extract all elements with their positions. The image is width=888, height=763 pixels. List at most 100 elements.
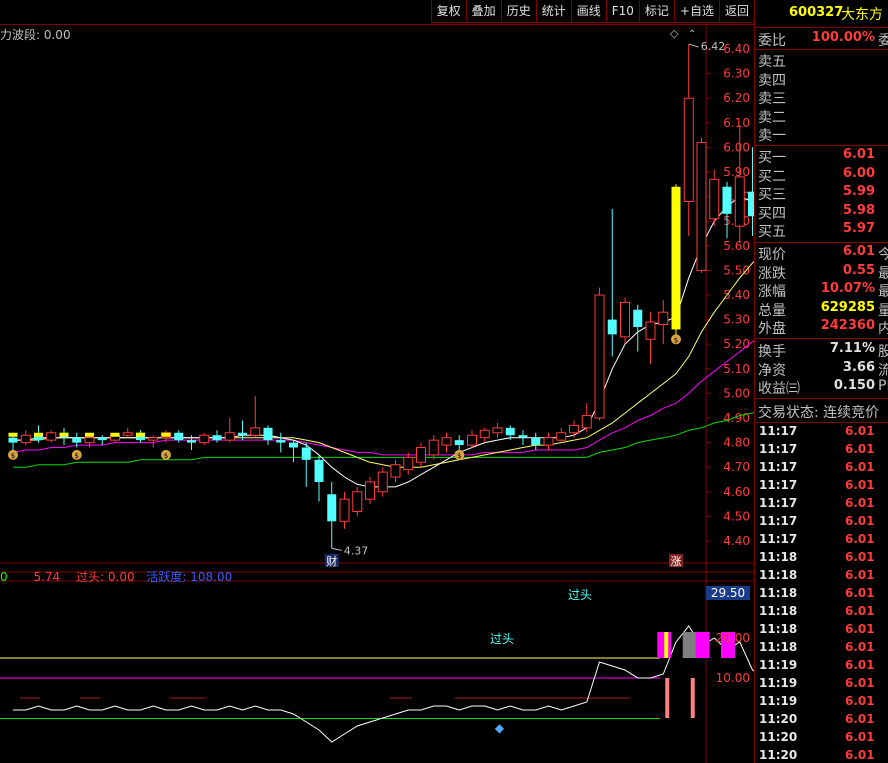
- candle-body: [416, 447, 426, 463]
- toolbar-button-0[interactable]: 复权: [430, 0, 466, 23]
- tick-time: 11:17: [759, 442, 798, 456]
- tick-price: 6.01: [845, 460, 875, 474]
- candle-body: [620, 301, 630, 338]
- tick-time: 11:19: [759, 658, 798, 672]
- stock-header[interactable]: 600327 大东方: [755, 0, 888, 27]
- tick-row: 11:17 6.01: [757, 496, 888, 514]
- bid-row: 买一 6.01: [757, 147, 888, 166]
- stat-row: 涨幅10.07%最: [757, 281, 888, 301]
- tick-row: 11:17 6.01: [757, 532, 888, 550]
- candle-body: [289, 442, 298, 448]
- candle-body: [314, 459, 324, 482]
- toolbar-button-5[interactable]: F10: [605, 0, 639, 23]
- collapse-icon: ⌃: [688, 29, 696, 40]
- tick-row: 11:18 6.01: [757, 568, 888, 586]
- candle-body: [84, 437, 95, 444]
- signal-bar: [110, 432, 120, 437]
- candle-body: [556, 432, 567, 441]
- toolbar-button-4[interactable]: 画线: [570, 0, 606, 23]
- y-tick-label: 4.70: [723, 460, 750, 474]
- stat2-row-extra: 流: [878, 360, 888, 380]
- tick-row: 11:18 6.01: [757, 604, 888, 622]
- weibi-row: 委比 100.00% 委: [757, 30, 888, 49]
- ask-row-label: 卖一: [758, 128, 786, 144]
- candle-body: [569, 424, 579, 434]
- candlestick-chart[interactable]: 6.406.306.206.106.005.905.805.705.605.50…: [0, 25, 754, 763]
- candle-body: [671, 186, 681, 330]
- stat-row: 涨跌0.55最: [757, 263, 888, 282]
- toolbar-buttons: 复权 叠加 历史 统计 画线 F10 标记 +自选 返回: [430, 0, 754, 24]
- ask-row: 卖五: [757, 51, 888, 70]
- annotation-guotou-2: 过头: [568, 588, 592, 602]
- candle-body: [696, 141, 707, 271]
- sub-block-yellow: [664, 632, 669, 658]
- candle-body: [441, 437, 452, 446]
- candle-body: [20, 434, 31, 444]
- tick-time: 11:17: [759, 478, 798, 492]
- candle-body: [148, 437, 159, 441]
- tick-time: 11:20: [759, 730, 798, 744]
- tick-time: 11:17: [759, 424, 798, 438]
- money-bag-glyph: $: [457, 452, 461, 460]
- candle-body: [709, 178, 720, 220]
- candle-body: [390, 464, 401, 478]
- candle-body: [633, 309, 643, 327]
- bid-row-value: 5.98: [842, 202, 875, 218]
- candle-body: [607, 319, 617, 335]
- stat-row-value: 10.07%: [820, 281, 875, 296]
- tick-row: 11:17 6.01: [757, 460, 888, 478]
- toolbar-button-7[interactable]: +自选: [673, 0, 719, 23]
- stat2-row-value: 0.150: [833, 378, 875, 393]
- candle-body: [187, 440, 196, 443]
- sub-y-tick-label: 20.00: [716, 631, 750, 645]
- ask-row: 卖三: [757, 88, 888, 107]
- tick-row: 11:18 6.01: [757, 586, 888, 604]
- y-tick-label: 4.80: [723, 436, 750, 450]
- y-tick-label: 6.20: [723, 91, 750, 105]
- bid-row: 买四 5.98: [757, 202, 888, 222]
- toolbar-button-2[interactable]: 历史: [500, 0, 536, 23]
- marker-zhang: 涨: [671, 555, 682, 568]
- legend-guotou: 过头: 0.00: [76, 570, 135, 584]
- quote-panel: 600327 大东方 委比 100.00% 委 卖五卖四卖三卖二卖一 买一6.0…: [754, 0, 888, 763]
- candle-body: [479, 429, 490, 439]
- stat-row: 现价6.01今: [757, 244, 888, 264]
- tick-row: 11:17 6.01: [757, 424, 888, 442]
- trade-status: 交易状态: 连续竞价: [757, 402, 888, 421]
- bid-row: 买三 5.99: [757, 184, 888, 203]
- y-tick-label: 4.90: [723, 411, 750, 425]
- candle-body: [276, 440, 286, 443]
- candle-body: [377, 471, 388, 493]
- stat2-row-extra: 股: [878, 341, 888, 361]
- tick-time: 11:18: [759, 586, 798, 600]
- tick-price: 6.01: [845, 568, 875, 582]
- y-tick-label: 5.60: [723, 239, 750, 253]
- y-tick-label: 6.00: [723, 140, 750, 154]
- sub-block: [682, 632, 697, 658]
- indicator-title: 力波段: 0.00: [0, 28, 71, 42]
- toolbar-button-1[interactable]: 叠加: [465, 0, 501, 23]
- candle-body: [97, 437, 107, 441]
- stat-row-extra: 最: [878, 281, 888, 301]
- candle-body: [492, 427, 503, 434]
- tick-price: 6.01: [845, 712, 875, 726]
- stat-row-value: 629285: [820, 299, 875, 315]
- bid-row-value: 6.00: [842, 165, 875, 181]
- stat-row-extra: 今: [878, 244, 888, 264]
- signal-bar: [85, 432, 94, 437]
- tick-price: 6.01: [845, 586, 875, 600]
- signal-bar: [161, 432, 171, 437]
- toolbar-button-3[interactable]: 统计: [535, 0, 571, 23]
- candle-body: [403, 456, 414, 471]
- stat2-row: 净资3.66流: [757, 360, 888, 380]
- tick-row: 11:18 6.01: [757, 640, 888, 658]
- tick-time: 11:18: [759, 640, 798, 654]
- toolbar-button-8[interactable]: 返回: [718, 0, 754, 23]
- tick-row: 11:17 6.01: [757, 514, 888, 532]
- toolbar-button-6[interactable]: 标记: [638, 0, 674, 23]
- candle-body: [645, 321, 656, 340]
- sub-pink-bar: [665, 678, 670, 718]
- tick-time: 11:18: [759, 550, 798, 564]
- sub-y-tick-label: 10.00: [716, 671, 750, 685]
- tick-row: 11:19 6.01: [757, 676, 888, 694]
